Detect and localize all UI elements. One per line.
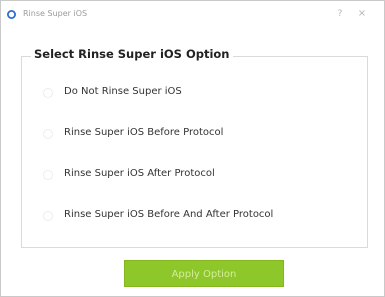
window-title: Rinse Super iOS [23, 9, 88, 18]
radio-button[interactable] [43, 88, 53, 98]
app-icon [7, 10, 16, 19]
radio-button[interactable] [43, 129, 53, 139]
apply-option-button[interactable]: Apply Option [124, 260, 284, 287]
option-label[interactable]: Do Not Rinse Super iOS [64, 86, 182, 97]
option-label[interactable]: Rinse Super iOS Before And After Protoco… [64, 209, 273, 220]
help-icon[interactable]: ? [333, 7, 347, 21]
close-icon[interactable]: × [355, 7, 369, 21]
dialog-window: Rinse Super iOS ? × Select Rinse Super i… [0, 0, 385, 297]
option-label[interactable]: Rinse Super iOS Before Protocol [64, 127, 223, 138]
title-bar: Rinse Super iOS ? × [1, 1, 384, 27]
group-title: Select Rinse Super iOS Option [31, 47, 233, 61]
radio-button[interactable] [43, 211, 53, 221]
radio-button[interactable] [43, 170, 53, 180]
option-label[interactable]: Rinse Super iOS After Protocol [64, 168, 215, 179]
